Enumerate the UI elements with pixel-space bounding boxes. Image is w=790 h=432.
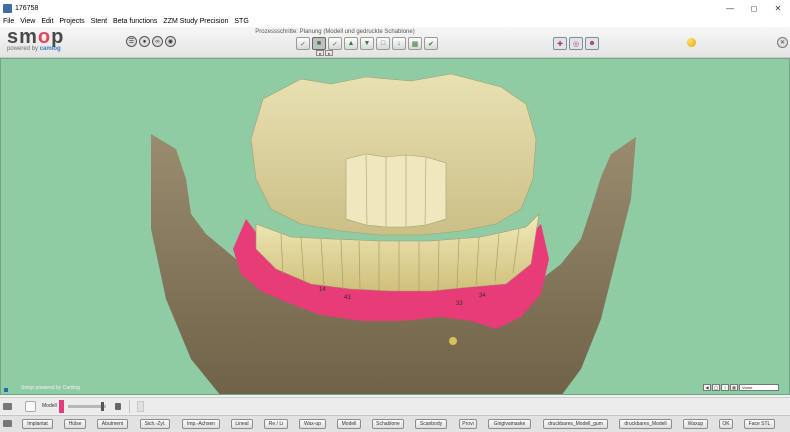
tooth-number-34[interactable]: 34 — [479, 293, 486, 299]
model-control-row: Modell — [0, 397, 790, 414]
model-visibility-icon[interactable] — [25, 400, 36, 412]
glasses-icon[interactable]: ∞ — [152, 36, 163, 47]
status-indicator-icon — [687, 38, 696, 47]
title-bar: 176758 — ◻ ✕ — [0, 0, 790, 16]
logo-word-start: sm — [7, 26, 38, 48]
step-print-icon[interactable]: ▦ — [408, 37, 422, 50]
step-scan-icon[interactable]: ✓ — [296, 37, 310, 50]
collapse-object-bar-icon[interactable] — [3, 420, 12, 427]
model-opacity-slider[interactable] — [67, 401, 106, 411]
object-button-gingivamaske[interactable]: Gingivamaske — [488, 419, 531, 429]
display-controls: ☰ ● ∞ ◉ — [126, 36, 176, 47]
object-button-abutment[interactable]: Abutment — [97, 419, 128, 429]
step-finish-icon[interactable]: ✔ — [424, 37, 438, 50]
tooth-number-14[interactable]: 14 — [319, 287, 326, 293]
process-step-title: Prozessschritte: Planung (Modell und ged… — [255, 29, 415, 35]
menu-beta-functions[interactable]: Beta functions — [110, 18, 160, 25]
object-button-scanbody[interactable]: Scanbody — [415, 419, 447, 429]
view-navigation-widget: ◀ ◯ ↕ ▦ Vorne — [703, 384, 779, 391]
sub-step-2-icon[interactable]: ● — [325, 50, 333, 56]
object-button-ok[interactable]: OK — [719, 419, 733, 429]
object-button-imp-achsen[interactable]: Imp.-Achsen — [182, 419, 220, 429]
model-color-swatch[interactable] — [58, 399, 64, 413]
upper-incisors — [345, 153, 447, 228]
tooth-number-43[interactable]: 43 — [344, 295, 351, 301]
logo-word-o: o — [37, 26, 52, 48]
axis-indicator-icon — [4, 388, 8, 392]
process-step-buttons: ✓ ■ ✓ ▲ ▼ □ ↓ ▦ ✔ — [296, 37, 438, 50]
lock-icon[interactable] — [114, 402, 121, 410]
exit-icon[interactable]: ✕ — [777, 37, 788, 48]
menu-stent[interactable]: Stent — [88, 18, 110, 25]
object-button-modell[interactable]: Modell — [337, 419, 361, 429]
menu-zzm-study-precision[interactable]: ZZM Study Precision — [160, 18, 231, 25]
object-button-waxup[interactable]: Waxup — [683, 419, 708, 429]
object-button-druckbares-modell[interactable]: druckbares_Modell — [619, 419, 672, 429]
sub-step-1-icon[interactable]: ● — [316, 50, 324, 56]
step-model-icon[interactable]: ■ — [312, 37, 326, 50]
menu-stg[interactable]: STG — [231, 18, 251, 25]
object-button-wax-up[interactable]: Wax-up — [299, 419, 326, 429]
reset-view-icon[interactable]: ◯ — [712, 384, 720, 391]
object-button-face-stl[interactable]: Face STL — [744, 419, 775, 429]
light-bulb-icon[interactable]: ● — [139, 36, 150, 47]
object-button-provi[interactable]: Provi — [459, 419, 477, 429]
model-opacity-slider-thumb[interactable] — [100, 401, 104, 411]
object-button-sich-zyl[interactable]: Sich.-Zyl. — [140, 419, 170, 429]
3d-viewport[interactable]: 14 43 33 34 Smop powered by Camlog ◀ ◯ ↕… — [0, 58, 790, 395]
tooth-number-33[interactable]: 33 — [456, 301, 463, 307]
menu-edit[interactable]: Edit — [38, 18, 56, 25]
view-preset-select[interactable]: Vorne — [739, 384, 779, 391]
list-icon[interactable]: ☰ — [126, 36, 137, 47]
view-front-icon[interactable]: ✚ — [553, 37, 567, 50]
object-button-druckbares-modell-gum[interactable]: druckbares_Modell_gum — [543, 419, 608, 429]
logo-sub-brand: camlog — [39, 46, 61, 52]
object-button-huelse[interactable]: Hülse — [64, 419, 86, 429]
logo-wordmark: smop — [7, 27, 87, 47]
step-check-icon[interactable]: ✓ — [328, 37, 342, 50]
implant-marker[interactable] — [449, 337, 457, 345]
rotate-left-icon[interactable]: ◀ — [703, 384, 711, 391]
app-icon — [3, 3, 12, 13]
view-orientation-buttons: ✚ ◎ ☻ — [553, 37, 599, 50]
smop-logo: smop powered by camlog — [7, 27, 87, 57]
main-toolbar: smop powered by camlog ☰ ● ∞ ◉ Prozesssc… — [0, 27, 790, 58]
collapse-model-panel-icon[interactable] — [3, 402, 12, 410]
step-export-icon[interactable]: ↓ — [392, 37, 406, 50]
toolbar-divider — [128, 399, 130, 413]
logo-sub-prefix: powered by — [7, 46, 40, 52]
menu-projects[interactable]: Projects — [56, 18, 87, 25]
window-title: 176758 — [15, 4, 39, 12]
logo-tagline: powered by camlog — [7, 46, 87, 53]
maximize-icon[interactable]: ◻ — [742, 0, 766, 16]
menu-view[interactable]: View — [17, 18, 38, 25]
step-template-icon[interactable]: □ — [376, 37, 390, 50]
step-implant-icon[interactable]: ▲ — [344, 37, 358, 50]
object-button-implantat[interactable]: Implantat — [22, 419, 53, 429]
object-button-schablone[interactable]: Schablone — [372, 419, 404, 429]
close-icon[interactable]: ✕ — [766, 0, 790, 16]
view-target-icon[interactable]: ◎ — [569, 37, 583, 50]
zoom-icon[interactable]: ↕ — [721, 384, 729, 391]
model-label: Modell — [42, 403, 57, 409]
menu-bar: File View Edit Projects Stent Beta funct… — [0, 16, 790, 27]
menu-file[interactable]: File — [0, 18, 17, 25]
minimize-icon[interactable]: — — [718, 0, 742, 16]
grid-icon[interactable]: ▦ — [730, 384, 738, 391]
step-sub-buttons: ● ● — [316, 50, 333, 56]
step-sleeve-icon[interactable]: ▼ — [360, 37, 374, 50]
viewport-watermark: Smop powered by Camlog — [21, 385, 80, 391]
object-toggle-bar: Implantat Hülse Abutment Sich.-Zyl. Imp.… — [0, 415, 790, 432]
camera-icon[interactable]: ◉ — [165, 36, 176, 47]
dental-model-render — [151, 73, 636, 394]
object-button-re-li[interactable]: Re / Li — [264, 419, 288, 429]
window-controls: — ◻ ✕ — [718, 0, 790, 16]
object-button-lineal[interactable]: Lineal — [231, 419, 253, 429]
logo-word-end: p — [51, 26, 65, 48]
view-person-icon[interactable]: ☻ — [585, 37, 599, 50]
disabled-tool-icon — [136, 400, 144, 412]
